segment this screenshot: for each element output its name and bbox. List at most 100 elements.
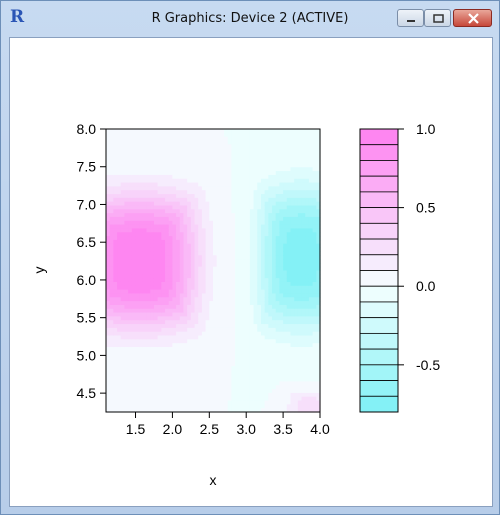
heatmap-cell — [216, 213, 221, 218]
heatmap-cell — [106, 373, 111, 379]
heatmap-cell — [301, 213, 306, 218]
heatmap-cell — [235, 178, 240, 184]
heatmap-cell — [120, 392, 126, 398]
heatmap-cell — [231, 331, 236, 337]
heatmap-cell — [253, 293, 258, 298]
heatmap-cell — [205, 259, 210, 264]
heatmap-cell — [220, 232, 225, 237]
heatmap-cell — [161, 324, 166, 329]
heatmap-cell — [187, 285, 192, 291]
heatmap-cell — [150, 205, 155, 210]
heatmap-cell — [246, 369, 251, 375]
close-button[interactable] — [453, 9, 492, 27]
heatmap-cell — [297, 297, 303, 302]
heatmap-cell — [238, 400, 244, 405]
heatmap-cell — [227, 377, 233, 383]
heatmap-cell — [109, 381, 114, 386]
heatmap-cell — [286, 346, 292, 352]
heatmap-cell — [176, 354, 181, 360]
heatmap-cell — [257, 178, 262, 184]
heatmap-cell — [198, 346, 203, 352]
heatmap-cell — [220, 140, 225, 145]
heatmap-cell — [297, 151, 303, 157]
heatmap-cell — [179, 343, 185, 348]
heatmap-cell — [279, 155, 284, 161]
heatmap-cell — [209, 186, 214, 191]
heatmap-cell — [224, 320, 229, 325]
heatmap-cell — [235, 197, 240, 203]
heatmap-cell — [198, 324, 203, 329]
heatmap-cell — [209, 301, 214, 306]
heatmap-cell — [128, 136, 133, 142]
heatmap-cell — [198, 201, 203, 207]
heatmap-cell — [135, 327, 140, 333]
heatmap-cell — [294, 324, 299, 329]
heatmap-cell — [238, 182, 244, 187]
heatmap-cell — [283, 262, 288, 268]
heatmap-cell — [194, 213, 199, 218]
heatmap-cell — [238, 209, 244, 214]
heatmap-cell — [183, 197, 188, 203]
heatmap-cell — [201, 259, 207, 264]
heatmap-cell — [187, 327, 192, 333]
heatmap-cell — [124, 392, 129, 398]
heatmap-cell — [272, 239, 277, 245]
heatmap-cell — [131, 343, 137, 348]
heatmap-cell — [120, 385, 126, 390]
heatmap-cell — [161, 262, 166, 268]
heatmap-cell — [131, 132, 137, 138]
heatmap-cell — [190, 301, 196, 306]
heatmap-cell — [142, 266, 148, 272]
heatmap-cell — [312, 247, 317, 252]
heatmap-cell — [113, 400, 118, 405]
heatmap-cell — [190, 297, 196, 302]
minimize-button[interactable] — [397, 9, 424, 27]
heatmap-cell — [279, 297, 284, 302]
heatmap-cell — [113, 404, 118, 409]
heatmap-cell — [235, 392, 240, 398]
heatmap-cell — [198, 366, 203, 371]
heatmap-cell — [139, 239, 144, 245]
heatmap-cell — [124, 327, 129, 333]
heatmap-cell — [198, 262, 203, 268]
heatmap-cell — [120, 239, 126, 245]
heatmap-cell — [150, 392, 155, 398]
heatmap-cell — [157, 194, 162, 199]
heatmap-cell — [131, 129, 137, 134]
heatmap-cell — [312, 316, 317, 321]
heatmap-cell — [294, 304, 299, 310]
heatmap-cell — [235, 224, 240, 230]
heatmap-cell — [209, 243, 214, 249]
heatmap-cell — [227, 293, 233, 298]
heatmap-cell — [216, 201, 221, 207]
heatmap-cell — [176, 148, 181, 153]
heatmap-cell — [216, 285, 221, 291]
heatmap-cell — [146, 197, 151, 203]
heatmap-cell — [279, 316, 284, 321]
heatmap-cell — [301, 243, 306, 249]
heatmap-cell — [253, 392, 258, 398]
heatmap-cell — [194, 205, 199, 210]
heatmap-cell — [286, 369, 292, 375]
heatmap-cell — [238, 224, 244, 230]
maximize-button[interactable] — [424, 9, 451, 27]
heatmap-cell — [257, 400, 262, 405]
heatmap-cell — [283, 194, 288, 199]
heatmap-cell — [238, 389, 244, 394]
heatmap-cell — [238, 178, 244, 184]
heatmap-cell — [131, 144, 137, 149]
heatmap-cell — [308, 396, 314, 402]
heatmap-cell — [176, 297, 181, 302]
heatmap-cell — [264, 312, 269, 317]
heatmap-cell — [109, 232, 114, 237]
title-bar[interactable]: R R Graphics: Device 2 (ACTIVE) — [1, 1, 499, 37]
heatmap-cell — [157, 243, 162, 249]
heatmap-cell — [260, 136, 266, 142]
heatmap-cell — [172, 136, 177, 142]
heatmap-cell — [260, 324, 266, 329]
heatmap-cell — [213, 358, 218, 363]
heatmap-cell — [161, 236, 166, 241]
heatmap-cell — [198, 339, 203, 344]
heatmap-cell — [297, 220, 303, 226]
heatmap-cell — [187, 239, 192, 245]
